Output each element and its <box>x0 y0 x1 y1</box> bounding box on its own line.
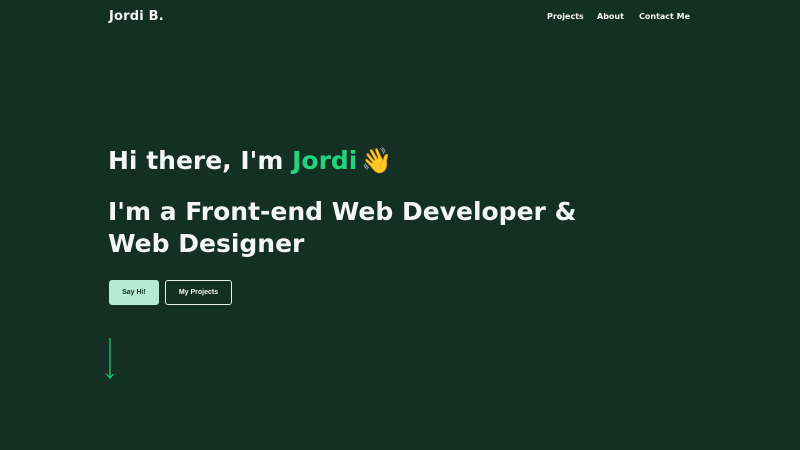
hero-heading: Hi there, I'm Jordi 👋 <box>108 143 668 179</box>
nav-projects-link[interactable]: Projects <box>547 12 584 21</box>
arrow-down-icon[interactable] <box>105 338 115 380</box>
nav-contact-link[interactable]: Contact Me <box>639 12 690 21</box>
my-projects-button[interactable]: My Projects <box>165 280 232 305</box>
top-nav: Projects About Contact Me <box>0 12 800 26</box>
page: Jordi B. Projects About Contact Me Hi th… <box>0 0 800 450</box>
greeting-prefix: Hi there, I'm <box>108 146 293 175</box>
nav-about-link[interactable]: About <box>597 12 624 21</box>
tagline-heading: I'm a Front-end Web Developer & Web Desi… <box>108 197 577 258</box>
greeting-heading: Hi there, I'm Jordi 👋 <box>108 143 668 179</box>
say-hi-button[interactable]: Say Hi! <box>109 280 159 305</box>
waving-hand-icon: 👋 <box>361 146 393 175</box>
greeting-name: Jordi <box>292 146 358 175</box>
